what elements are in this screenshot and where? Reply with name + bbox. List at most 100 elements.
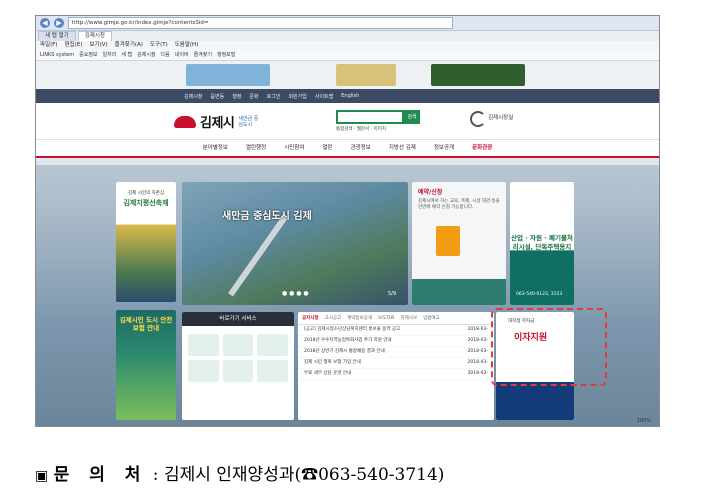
util-link[interactable]: 회원가입 xyxy=(288,93,306,100)
favorites-bar: LINKS system 중요정보 일자리 새 탭 김제시청 다음 네이버 즐겨… xyxy=(36,50,659,61)
favorite-link[interactable]: 다음 xyxy=(161,50,170,60)
reservation-title: 예약/신청 xyxy=(418,189,443,196)
favorite-link[interactable]: 김제시청 xyxy=(137,50,155,60)
news-item[interactable]: 김제 시민 행복 보험 가입 안내 2018-03- xyxy=(298,358,494,369)
reservation-desc: 김제시에서 하는 교육, 축제, 시설 대관 등을 한번에 예약 신청 가능합니… xyxy=(418,199,500,210)
favorite-link[interactable]: 새 탭 xyxy=(121,50,132,60)
news-tab[interactable]: 고시공고 xyxy=(325,315,342,321)
util-link[interactable]: 사이트맵 xyxy=(315,93,333,100)
highlight-box xyxy=(491,308,607,386)
quick-link-icon[interactable] xyxy=(188,360,219,382)
news-tab[interactable]: 김제시보 xyxy=(401,315,418,321)
quick-link-icon[interactable] xyxy=(222,360,254,382)
mayor-link[interactable]: 김제시장실 xyxy=(488,113,513,121)
quick-link-icon[interactable] xyxy=(257,360,288,382)
site-logo[interactable]: 김제시 새만금 중심도시 xyxy=(174,112,262,131)
news-title: [공고] 김제시청소년상담복지센터 홍보물 용역 공고 xyxy=(304,327,401,332)
news-tab-active[interactable]: 공지사항 xyxy=(302,315,319,321)
menu-item[interactable]: 즐겨찾기(A) xyxy=(115,41,143,50)
slide-pager-icon[interactable]: ● ● ● ● xyxy=(282,290,309,297)
banner-ad[interactable] xyxy=(186,64,270,86)
news-item[interactable]: 2018년 우수지역농업특화사업 추가 지원 안내 2018-03- xyxy=(298,336,494,347)
address-bar[interactable]: http://www.gimje.go.kr/index.gimje?conte… xyxy=(68,17,453,29)
menu-item[interactable]: 파일(F) xyxy=(40,41,58,50)
festival-title: 김제지평선축제 xyxy=(123,199,169,207)
news-board: 공지사항 고시공고 계약정보공개 보도자료 김제시보 입법예고 [공고] 김제시… xyxy=(298,312,494,420)
news-tab[interactable]: 입법예고 xyxy=(423,315,440,321)
search-options[interactable]: 통합검색 · 웹문서 · 이미지 xyxy=(336,126,386,132)
news-tab[interactable]: 보도자료 xyxy=(378,315,395,321)
slide-counter: 5/9 xyxy=(387,291,396,297)
news-tab[interactable]: 계약정보공개 xyxy=(347,315,372,321)
news-date: 2018-03- xyxy=(467,327,488,332)
industrial-banner[interactable]: 산업 · 자원 · 폐기물처리시설, 단독주택용지 063-540-0123, … xyxy=(510,182,574,305)
news-title: 2018년 상반기 김제시 통합채용 결과 안내 xyxy=(304,349,385,354)
website-screenshot: ◀ ▶ http://www.gimje.go.kr/index.gimje?c… xyxy=(35,15,660,427)
util-link[interactable]: English xyxy=(341,93,359,99)
browser-tab[interactable]: 김제시청 xyxy=(77,31,112,41)
festival-tagline: 김제 시민의 자존심 xyxy=(128,191,164,196)
news-item[interactable]: 2018년 상반기 김제시 통합채용 결과 안내 2018-03- xyxy=(298,347,494,358)
favorite-link[interactable]: 네이버 xyxy=(175,50,189,60)
menu-item[interactable]: 도구(T) xyxy=(150,41,168,50)
logo-text: 김제시 xyxy=(200,116,235,131)
banner-ad[interactable] xyxy=(431,64,525,86)
menu-item[interactable]: 편집(E) xyxy=(65,41,83,50)
contact-line: ▣ 문 의 처 : 김제시 인재양성과(☎063-540-3714) xyxy=(35,460,444,485)
nav-item[interactable]: 열린행정 xyxy=(246,140,266,156)
favorite-link[interactable]: LINKS system xyxy=(40,50,74,60)
tuition-banner-bottom xyxy=(496,382,574,420)
util-link[interactable]: 김제시청 xyxy=(184,93,202,100)
contact-label: 문 의 처 xyxy=(53,465,148,485)
util-link[interactable]: 읍면동 xyxy=(210,93,224,100)
nav-item[interactable]: 열린 xyxy=(322,140,332,156)
news-date: 2018-03- xyxy=(467,338,488,343)
util-link[interactable]: 로그인 xyxy=(267,93,281,100)
industrial-title: 산업 · 자원 · 폐기물처리시설, 단독주택용지 xyxy=(511,234,573,251)
banner-ad[interactable] xyxy=(336,64,396,86)
search-button[interactable]: 검색 xyxy=(404,110,420,124)
news-tabs: 공지사항 고시공고 계약정보공개 보도자료 김제시보 입법예고 xyxy=(298,312,494,325)
quick-service-header: 바로가기 서비스 xyxy=(182,312,294,326)
favorite-link[interactable]: 중요정보 xyxy=(79,50,97,60)
favorite-link[interactable]: 즐겨찾기 xyxy=(194,50,212,60)
news-item[interactable]: [공고] 김제시청소년상담복지센터 홍보물 용역 공고 2018-03- xyxy=(298,325,494,336)
browser-tab[interactable]: 새 탭 열기 xyxy=(38,31,76,41)
insurance-banner[interactable]: 김제시민 도시 안전 보험 안내 xyxy=(116,310,176,420)
favorite-link[interactable]: 행정포털 xyxy=(217,50,235,60)
seawall-road xyxy=(228,215,288,297)
quick-link-icon[interactable] xyxy=(188,334,219,356)
quick-link-icon[interactable] xyxy=(257,334,288,356)
nav-item[interactable]: 관광정보 xyxy=(351,140,371,156)
search-input[interactable] xyxy=(336,110,404,124)
nav-item[interactable]: 지방선 김제 xyxy=(389,140,416,156)
news-date: 2018-03- xyxy=(467,371,488,376)
browser-titlebar: ◀ ▶ http://www.gimje.go.kr/index.gimje?c… xyxy=(36,16,659,31)
util-link[interactable]: 행정 xyxy=(232,93,241,100)
contact-marker: ▣ xyxy=(35,468,49,484)
contact-phone: (☎063-540-3714) xyxy=(294,465,445,485)
util-link[interactable]: 문화 xyxy=(249,93,258,100)
quick-link-icon[interactable] xyxy=(222,334,254,356)
zoom-status: 100% xyxy=(636,418,651,424)
reservation-panel[interactable]: 예약/신청 김제시에서 하는 교육, 축제, 시설 대관 등을 한번에 예약 신… xyxy=(412,182,506,305)
festival-banner[interactable]: 김제 시민의 자존심 김제지평선축제 xyxy=(116,182,176,302)
main-slide[interactable]: 새만금 중심도시 김제 ● ● ● ● 5/9 xyxy=(182,182,408,305)
browser-menubar: 파일(F) 편집(E) 보기(V) 즐겨찾기(A) 도구(T) 도움말(H) xyxy=(36,41,659,50)
menu-item[interactable]: 도움말(H) xyxy=(175,41,199,50)
nav-item[interactable]: 분야별정보 xyxy=(203,140,228,156)
loading-icon xyxy=(470,111,486,127)
site-header: 김제시 새만금 중심도시 검색 통합검색 · 웹문서 · 이미지 김제시장실 xyxy=(36,103,659,139)
news-title: 김제 시민 행복 보험 가입 안내 xyxy=(304,360,361,365)
menu-item[interactable]: 보기(V) xyxy=(89,41,107,50)
nav-item[interactable]: 시민참여 xyxy=(284,140,304,156)
nav-item[interactable]: 정보공개 xyxy=(434,140,454,156)
news-item[interactable]: 무료 세무 상담 운영 안내 2018-03- xyxy=(298,369,494,380)
main-visual: 김제 시민의 자존심 김제지평선축제 새만금 중심도시 김제 ● ● ● ● 5… xyxy=(36,165,659,426)
forward-icon[interactable]: ▶ xyxy=(54,18,64,28)
contact-separator: : xyxy=(147,465,164,485)
nav-item-active[interactable]: 문화관광 xyxy=(472,140,492,156)
favorite-link[interactable]: 일자리 xyxy=(103,50,117,60)
back-icon[interactable]: ◀ xyxy=(40,18,50,28)
news-title: 2018년 우수지역농업특화사업 추가 지원 안내 xyxy=(304,338,392,343)
